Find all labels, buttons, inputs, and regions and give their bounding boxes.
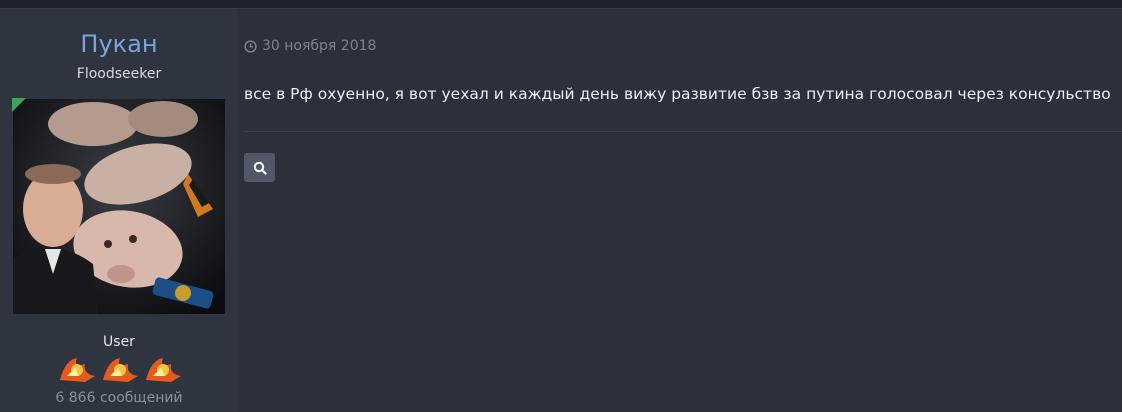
divider [244,131,1122,132]
avatar[interactable] [13,99,225,314]
post-content: 30 ноября 2018 все в Рф охуенно, я вот у… [238,9,1122,412]
author-name-link[interactable]: Пукан [0,29,238,59]
avatar-image [13,99,225,314]
search-icon [253,161,267,175]
online-indicator [12,98,26,112]
flame-bird-icon [60,358,181,382]
top-bar [0,0,1122,8]
search-button[interactable] [244,153,275,182]
user-role: User [103,334,135,350]
author-panel: Пукан Floodseeker User 6 866 сообщений [0,9,238,412]
post-date: 30 ноября 2018 [262,38,377,54]
post-message: все в Рф охуенно, я вот уехал и каждый д… [244,85,1111,103]
post-date-link[interactable]: 30 ноября 2018 [244,37,376,55]
post-count: 6 866 сообщений [55,390,183,406]
rank-icons [55,354,185,384]
author-title: Floodseeker [76,66,162,82]
forum-post: Пукан Floodseeker User 6 866 сообщений 3… [0,8,1122,412]
clock-icon [244,39,257,53]
